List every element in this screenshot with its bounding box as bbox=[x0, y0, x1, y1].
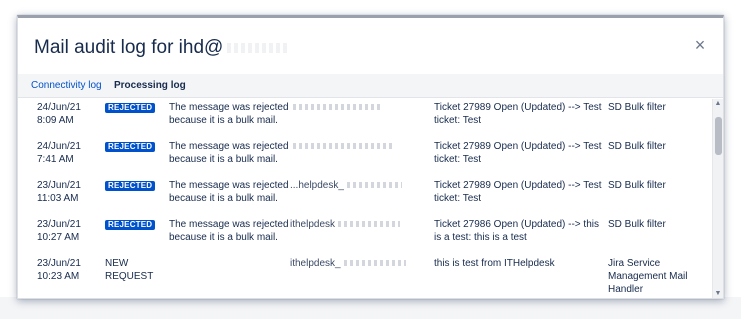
vertical-scrollbar[interactable]: ▲ ▼ bbox=[712, 99, 723, 298]
message-cell: The message was rejected because it is a… bbox=[169, 102, 289, 126]
handler-cell: SD Bulk filter bbox=[608, 102, 666, 113]
date-text: 23/Jun/21 bbox=[37, 219, 81, 230]
tab-processing-log[interactable]: Processing log bbox=[114, 80, 186, 91]
mail-audit-log-dialog: Mail audit log for ihd@ × Connectivity l… bbox=[17, 15, 724, 299]
table-row: 24/Jun/21 7:41 AM REJECTED The message w… bbox=[18, 138, 714, 176]
address-cell bbox=[290, 140, 430, 153]
address-cell: ithelpdesk bbox=[290, 218, 430, 231]
date-text: 23/Jun/21 bbox=[37, 180, 81, 191]
redacted-address bbox=[293, 143, 393, 150]
tab-connectivity-log[interactable]: Connectivity log bbox=[31, 80, 102, 91]
table-row: 24/Jun/21 8:09 AM REJECTED The message w… bbox=[18, 99, 714, 137]
time-text: 7:41 AM bbox=[37, 154, 74, 165]
redacted-address bbox=[343, 260, 406, 267]
redacted-address bbox=[293, 104, 383, 111]
date-text: 23/Jun/21 bbox=[37, 258, 81, 269]
result-cell: Ticket 27989 Open (Updated) --> Test tic… bbox=[434, 102, 602, 126]
time-text: 8:09 AM bbox=[37, 115, 74, 126]
result-cell: Ticket 27986 Open (Updated) --> this is … bbox=[434, 219, 599, 243]
date-cell: 23/Jun/21 10:23 AM bbox=[37, 257, 103, 283]
date-cell: 23/Jun/21 10:27 AM bbox=[37, 218, 103, 244]
address-text: ...helpdesk_ bbox=[290, 180, 344, 191]
date-cell: 24/Jun/21 8:09 AM bbox=[37, 101, 103, 127]
date-text: 24/Jun/21 bbox=[37, 102, 81, 113]
time-text: 10:23 AM bbox=[37, 271, 80, 282]
scrollbar-thumb[interactable] bbox=[715, 117, 722, 155]
message-cell: The message was rejected because it is a… bbox=[169, 219, 289, 243]
handler-cell: SD Bulk filter bbox=[608, 141, 666, 152]
close-icon: × bbox=[694, 35, 706, 55]
redacted-address bbox=[338, 221, 401, 228]
message-cell: The message was rejected because it is a… bbox=[169, 141, 289, 165]
redacted-address bbox=[346, 182, 402, 189]
status-badge: REJECTED bbox=[105, 220, 156, 230]
table-row: 23/Jun/21 11:03 AM REJECTED The message … bbox=[18, 177, 714, 215]
date-text: 24/Jun/21 bbox=[37, 141, 81, 152]
table-row: 23/Jun/21 10:23 AM NEW REQUEST ithelpdes… bbox=[18, 255, 714, 298]
scroll-down-icon[interactable]: ▼ bbox=[713, 289, 723, 298]
status-cell: REJECTED bbox=[105, 218, 165, 231]
address-cell: ...helpdesk_ bbox=[290, 179, 430, 192]
address-text: ithelpdesk bbox=[290, 219, 336, 230]
status-cell: REJECTED bbox=[105, 179, 165, 192]
dialog-title: Mail audit log for ihd@ bbox=[34, 37, 288, 59]
address-cell: ithelpdesk_ bbox=[290, 257, 430, 270]
date-cell: 24/Jun/21 7:41 AM bbox=[37, 140, 103, 166]
time-text: 11:03 AM bbox=[37, 193, 79, 204]
table-row: 23/Jun/21 10:27 AM REJECTED The message … bbox=[18, 216, 714, 254]
result-cell: Ticket 27989 Open (Updated) --> Test tic… bbox=[434, 141, 602, 165]
message-cell: The message was rejected because it is a… bbox=[169, 180, 289, 204]
status-badge: REJECTED bbox=[105, 181, 156, 191]
dialog-header: Mail audit log for ihd@ × bbox=[18, 18, 723, 74]
scroll-up-icon[interactable]: ▲ bbox=[713, 99, 723, 109]
processing-log-table: 24/Jun/21 8:09 AM REJECTED The message w… bbox=[18, 99, 714, 298]
redacted-email bbox=[227, 42, 288, 53]
handler-cell: SD Bulk filter bbox=[608, 219, 666, 230]
status-cell: NEW REQUEST bbox=[105, 258, 154, 282]
handler-cell: Jira Service Management Mail Handler bbox=[608, 258, 688, 295]
handler-cell: SD Bulk filter bbox=[608, 180, 666, 191]
result-cell: this is test from ITHelpdesk bbox=[434, 258, 555, 269]
address-text: ithelpdesk_ bbox=[290, 258, 341, 269]
log-tabs: Connectivity log Processing log bbox=[18, 74, 723, 98]
date-cell: 23/Jun/21 11:03 AM bbox=[37, 179, 103, 205]
dialog-title-text: Mail audit log for ihd@ bbox=[34, 37, 224, 58]
result-cell: Ticket 27989 Open (Updated) --> Test tic… bbox=[434, 180, 602, 204]
time-text: 10:27 AM bbox=[37, 232, 80, 243]
status-badge: REJECTED bbox=[105, 103, 156, 113]
background-table-strip bbox=[0, 297, 741, 319]
status-badge: REJECTED bbox=[105, 142, 156, 152]
status-cell: REJECTED bbox=[105, 101, 165, 114]
address-cell bbox=[290, 101, 430, 114]
close-button[interactable]: × bbox=[691, 36, 709, 54]
status-cell: REJECTED bbox=[105, 140, 165, 153]
